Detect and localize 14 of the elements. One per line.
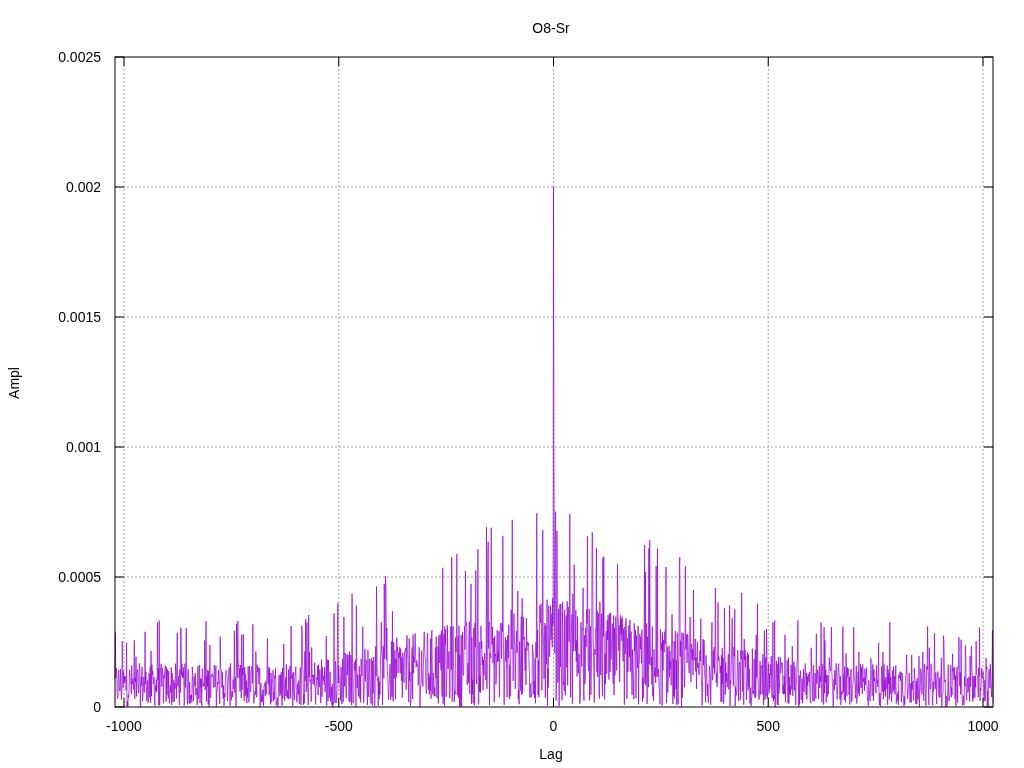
y-tick-label: 0.0015 [58,309,101,325]
y-tick-label: 0.002 [65,179,101,195]
x-tick-label: -500 [324,718,353,734]
x-tick-label: 0 [549,718,558,734]
chart-title: O8-Sr [532,20,570,36]
y-tick-label: 0.0025 [58,49,101,65]
x-tick-label: 1000 [967,718,999,734]
y-tick-label: 0.0005 [58,569,101,585]
x-axis-label: Lag [539,746,563,762]
y-tick-label: 0.001 [65,439,101,455]
y-tick-label: 0 [93,699,101,715]
y-axis-label: Ampl [6,367,22,399]
x-tick-label: -1000 [106,718,142,734]
x-tick-label: 500 [756,718,780,734]
